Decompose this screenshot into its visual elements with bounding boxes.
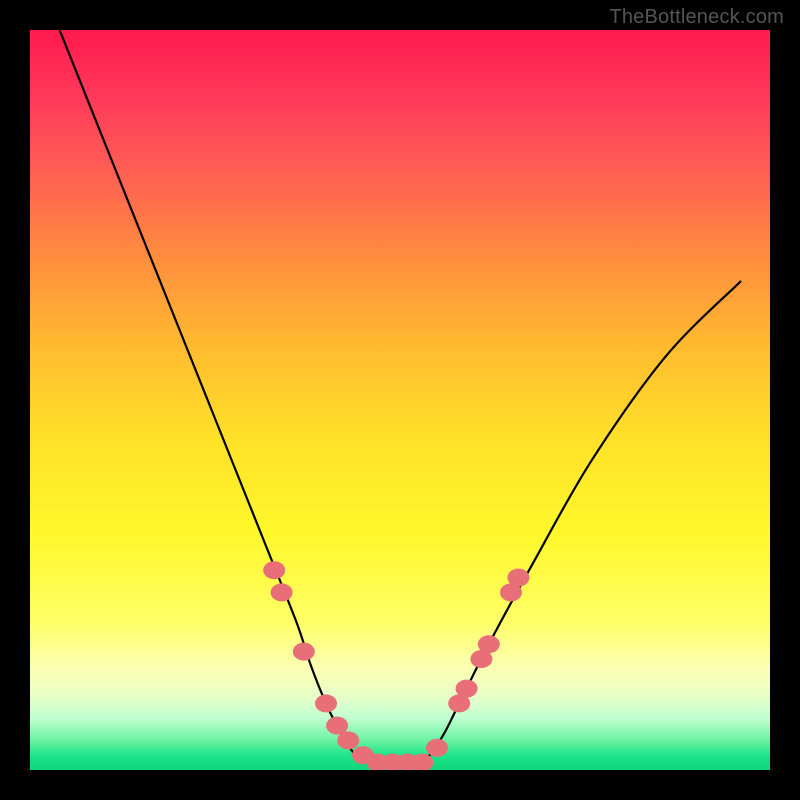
curve-marker [315,694,337,712]
chart-frame: TheBottleneck.com [0,0,800,800]
plot-area [30,30,770,770]
curve-marker [271,583,293,601]
bottleneck-curve [60,30,741,763]
marker-group [263,561,529,770]
curve-marker [507,569,529,587]
curve-marker [263,561,285,579]
curve-marker [426,739,448,757]
curve-marker [337,731,359,749]
curve-marker [456,680,478,698]
curve-marker [293,643,315,661]
curve-marker [478,635,500,653]
curve-svg [30,30,770,770]
watermark-text: TheBottleneck.com [609,6,784,29]
